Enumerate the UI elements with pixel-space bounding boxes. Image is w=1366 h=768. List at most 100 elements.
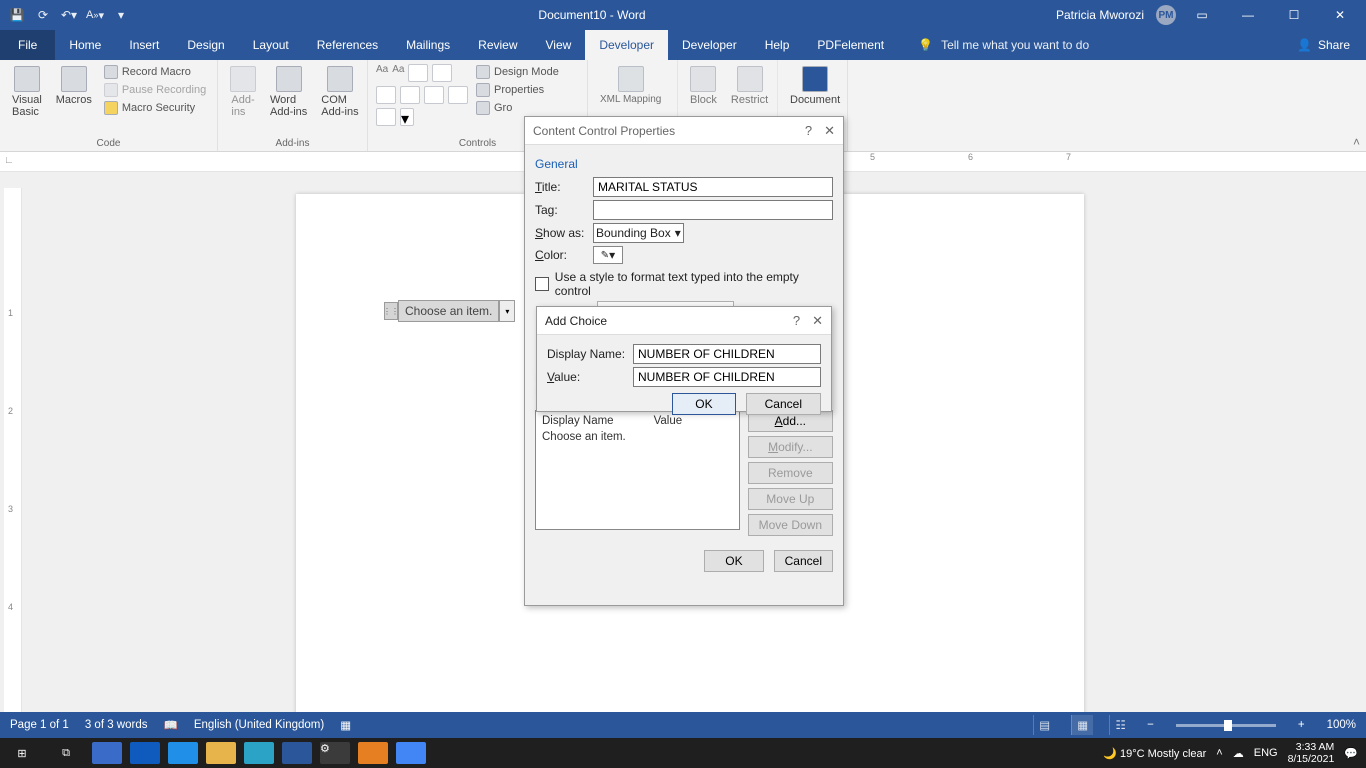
taskbar-app-4[interactable]	[206, 742, 236, 764]
ribbon-mode-icon[interactable]: ▭	[1182, 0, 1222, 30]
cc-dropdown-icon[interactable]: ▾	[499, 300, 515, 322]
xml-mapping-button[interactable]: XML Mapping	[596, 64, 665, 107]
taskbar-app-2[interactable]	[130, 742, 160, 764]
tray-chevron-icon[interactable]: ˄	[1216, 747, 1222, 759]
view-read-icon[interactable]: ▤	[1033, 715, 1055, 735]
controls-gallery[interactable]: AaAa ▾	[376, 64, 468, 126]
restrict-editing-button[interactable]: Restrict	[727, 64, 772, 108]
group-button[interactable]: Gro	[474, 100, 561, 116]
visual-basic-button[interactable]: Visual Basic	[8, 64, 46, 120]
tab-layout[interactable]: Layout	[239, 30, 303, 60]
tab-pdfelement[interactable]: PDFelement	[803, 30, 898, 60]
ccp-cancel-button[interactable]: Cancel	[774, 550, 833, 572]
weather-widget[interactable]: 🌙 19°C Mostly clear	[1103, 747, 1206, 760]
view-print-icon[interactable]: ▦	[1071, 715, 1093, 735]
addchoice-value-input[interactable]	[633, 367, 821, 387]
tab-developer-active[interactable]: Developer	[585, 30, 668, 60]
taskbar-app-3[interactable]	[168, 742, 198, 764]
status-macro-icon[interactable]: ▦	[340, 718, 351, 732]
addchoice-cancel-button[interactable]: Cancel	[746, 393, 821, 415]
addchoice-ok-button[interactable]: OK	[672, 393, 735, 415]
tab-review[interactable]: Review	[464, 30, 531, 60]
record-macro-button[interactable]: Record Macro	[102, 64, 208, 80]
design-mode-button[interactable]: Design Mode	[474, 64, 561, 80]
ccp-ok-button[interactable]: OK	[704, 550, 763, 572]
tray-date: 8/15/2021	[1288, 753, 1335, 765]
tab-file[interactable]: File	[0, 30, 55, 60]
macro-security-button[interactable]: Macro Security	[102, 100, 208, 116]
ccp-close-icon[interactable]: ✕	[824, 123, 835, 139]
tray-lang[interactable]: ENG	[1254, 747, 1278, 759]
tab-developer-2[interactable]: Developer	[668, 30, 751, 60]
zoom-in-button[interactable]: +	[1298, 719, 1305, 731]
minimize-button[interactable]: —	[1228, 0, 1268, 30]
avatar[interactable]: PM	[1156, 5, 1176, 25]
refresh-icon[interactable]: ⟳	[36, 8, 50, 22]
status-page[interactable]: Page 1 of 1	[10, 719, 69, 731]
record-macro-icon	[104, 65, 118, 79]
maximize-button[interactable]: ☐	[1274, 0, 1314, 30]
ccp-tag-input[interactable]	[593, 200, 833, 220]
zoom-slider[interactable]	[1176, 724, 1276, 727]
properties-button[interactable]: Properties	[474, 82, 561, 98]
ccp-showas-select[interactable]: Bounding Box ▾	[593, 223, 684, 243]
taskbar-app-5[interactable]	[244, 742, 274, 764]
cc-handle-icon[interactable]: ⋮⋮	[384, 302, 398, 320]
taskbar-app-settings[interactable]: ⚙	[320, 742, 350, 764]
ccp-dd-row0[interactable]: Choose an item.	[542, 431, 733, 443]
close-button[interactable]: ✕	[1320, 0, 1360, 30]
font-size-icon[interactable]: A»▾	[88, 8, 102, 22]
pause-icon	[104, 83, 118, 97]
start-button[interactable]: ⊞	[0, 738, 44, 768]
tab-insert[interactable]: Insert	[115, 30, 173, 60]
ruler-vertical[interactable]: 1 2 3 4	[4, 188, 22, 712]
status-language[interactable]: English (United Kingdom)	[194, 719, 324, 731]
share-button[interactable]: 👤 Share	[1281, 30, 1366, 60]
moon-icon: 🌙	[1103, 748, 1117, 760]
word-addins-button[interactable]: Word Add-ins	[266, 64, 311, 120]
zoom-level[interactable]: 100%	[1327, 719, 1356, 731]
taskbar-app-word[interactable]	[282, 742, 312, 764]
restrict-label: Restrict	[731, 94, 768, 106]
tab-home[interactable]: Home	[55, 30, 115, 60]
tell-me[interactable]: 💡 Tell me what you want to do	[898, 30, 1089, 60]
com-addins-button[interactable]: COM Add-ins	[317, 64, 362, 120]
tray-notifications-icon[interactable]: 💬	[1344, 747, 1358, 760]
zoom-out-button[interactable]: −	[1147, 719, 1154, 731]
cc-placeholder[interactable]: Choose an item.	[398, 300, 499, 322]
ccp-ddl-listbox[interactable]: Display Name Value Choose an item.	[535, 410, 740, 530]
ccp-color-picker[interactable]: ✎ ▾	[593, 246, 623, 264]
taskbar-app-vlc[interactable]	[358, 742, 388, 764]
view-web-icon[interactable]: ☷	[1109, 715, 1131, 735]
addchoice-display-input[interactable]	[633, 344, 821, 364]
addins-button[interactable]: Add- ins	[226, 64, 260, 120]
user-name[interactable]: Patricia Mworozi	[1056, 8, 1144, 22]
tab-design[interactable]: Design	[173, 30, 238, 60]
taskbar-app-1[interactable]	[92, 742, 122, 764]
macros-button[interactable]: Macros	[52, 64, 96, 108]
taskbar-app-chrome[interactable]	[396, 742, 426, 764]
ccp-usestyle-checkbox[interactable]	[535, 277, 549, 291]
design-mode-label: Design Mode	[494, 66, 559, 78]
addchoice-close-icon[interactable]: ✕	[812, 313, 823, 329]
save-icon[interactable]: 💾	[10, 8, 24, 22]
ccp-help-icon[interactable]: ?	[805, 123, 812, 139]
undo-icon[interactable]: ↶▾	[62, 8, 76, 22]
block-authors-button[interactable]: Block	[686, 64, 721, 108]
qat-more-icon[interactable]: ▾	[114, 8, 128, 22]
tab-references[interactable]: References	[303, 30, 392, 60]
status-proofing-icon[interactable]: 📖	[163, 718, 177, 732]
content-control[interactable]: ⋮⋮ Choose an item. ▾	[384, 300, 515, 322]
tab-view[interactable]: View	[532, 30, 586, 60]
share-icon: 👤	[1297, 38, 1312, 52]
taskview-button[interactable]: ⧉	[44, 738, 88, 768]
collapse-ribbon-icon[interactable]: ˄	[1353, 135, 1360, 149]
ccp-title-input[interactable]	[593, 177, 833, 197]
tab-mailings[interactable]: Mailings	[392, 30, 464, 60]
tray-clock[interactable]: 3:33 AM 8/15/2021	[1288, 741, 1335, 765]
tray-onedrive-icon[interactable]: ☁	[1233, 747, 1244, 760]
addchoice-help-icon[interactable]: ?	[793, 313, 800, 329]
tab-help[interactable]: Help	[751, 30, 804, 60]
document-template-button[interactable]: Document	[786, 64, 844, 108]
status-words[interactable]: 3 of 3 words	[85, 719, 148, 731]
